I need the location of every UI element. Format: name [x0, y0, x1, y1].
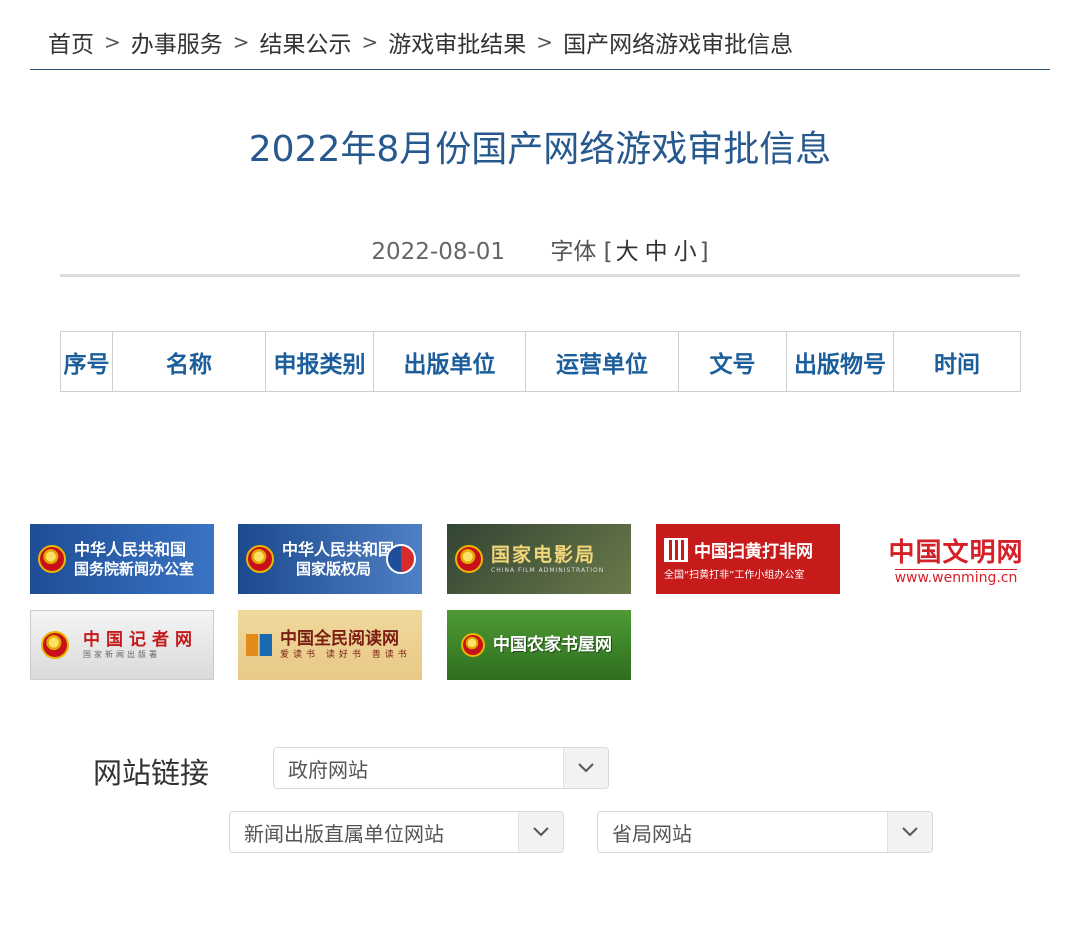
font-size-label: 字体 [: [550, 239, 612, 265]
provincial-sites-select[interactable]: 省局网站: [597, 811, 933, 853]
national-emblem-icon: [455, 545, 483, 573]
banner-text: 中国记者网 国家新闻出版署: [83, 630, 198, 660]
site-links-label: 网站链接: [93, 756, 210, 790]
column-header-category: 申报类别: [265, 331, 374, 392]
banner-ncac-line2: 国家版权局: [296, 559, 372, 578]
copyright-logo-icon: [386, 544, 416, 574]
breadcrumb-separator: >: [104, 30, 121, 54]
column-header-isbn: 出版物号: [786, 331, 894, 392]
banner-sdxf-line1: 中国扫黄打非网: [694, 542, 813, 562]
banner-scio-line2: 国务院新闻办公室: [74, 559, 195, 578]
bracket-close: ]: [699, 239, 709, 265]
font-size-medium-button[interactable]: 中: [645, 239, 668, 265]
breadcrumb-current[interactable]: 国产网络游戏审批信息: [563, 25, 793, 59]
banner-wenming-url: www.wenming.cn: [894, 569, 1018, 586]
breadcrumb-separator: >: [536, 30, 554, 54]
select-value: 省局网站: [612, 821, 692, 846]
column-header-name: 名称: [112, 331, 266, 392]
national-emblem-icon: [41, 631, 69, 659]
press-units-select[interactable]: 新闻出版直属单位网站: [229, 811, 564, 853]
banner-farm-title: 中国农家书屋网: [493, 634, 612, 655]
banner-sdxf-link[interactable]: 中国扫黄打非网 全国“扫黄打非”工作小组办公室: [656, 524, 840, 594]
gov-sites-select[interactable]: 政府网站: [273, 747, 609, 789]
font-size-small-button[interactable]: 小: [674, 239, 697, 265]
book-icon: [246, 634, 272, 656]
banner-scio-line1: 中华人民共和国: [74, 540, 187, 560]
font-size-label-text: 字体: [550, 239, 597, 265]
column-header-doc-number: 文号: [678, 331, 787, 392]
banner-film-link[interactable]: 国家电影局 CHINA FILM ADMINISTRATION: [447, 524, 631, 594]
page-title: 2022年8月份国产网络游戏审批信息: [248, 129, 832, 170]
select-value: 政府网站: [288, 757, 368, 782]
banner-reporter-title: 中国记者网: [83, 630, 198, 650]
breadcrumb-divider: [30, 69, 1050, 70]
select-value: 新闻出版直属单位网站: [244, 821, 444, 846]
breadcrumb-results[interactable]: 结果公示: [260, 25, 352, 59]
breadcrumb-home[interactable]: 首页: [48, 25, 94, 59]
banner-reading-slogan: 爱读书 读好书 善读书: [280, 649, 411, 660]
meta-divider: [60, 274, 1020, 277]
chevron-down-icon[interactable]: [563, 748, 608, 788]
banner-film-line1: 国家电影局: [491, 544, 597, 566]
chevron-down-icon[interactable]: [887, 812, 932, 852]
banner-farm-link[interactable]: 中国农家书屋网: [447, 610, 631, 680]
national-emblem-icon: [38, 545, 66, 573]
column-header-publisher: 出版单位: [373, 331, 526, 392]
banner-ncac-link[interactable]: 中华人民共和国 国家版权局: [238, 524, 422, 594]
approval-table: 序号 名称 申报类别 出版单位 运营单位 文号 出版物号 时间: [60, 331, 1021, 392]
national-emblem-icon: [461, 633, 485, 657]
banner-wenming-link[interactable]: 中国文明网 www.wenming.cn: [864, 524, 1048, 594]
banner-film-subtitle: CHINA FILM ADMINISTRATION: [491, 566, 605, 574]
national-emblem-icon: [246, 545, 274, 573]
banner-text: 中国全民阅读网 爱读书 读好书 善读书: [280, 629, 411, 660]
bracket-open: [: [603, 239, 613, 265]
column-header-index: 序号: [60, 331, 113, 392]
banner-row: 中国扫黄打非网: [656, 537, 813, 562]
column-header-time: 时间: [893, 331, 1021, 392]
breadcrumb-separator: >: [361, 30, 379, 54]
breadcrumb-services[interactable]: 办事服务: [131, 25, 223, 59]
chevron-down-icon[interactable]: [518, 812, 563, 852]
article-meta: 2022-08-01 字体 [大中小]: [0, 232, 1080, 266]
breadcrumb-separator: >: [232, 30, 250, 54]
banner-reporter-link[interactable]: 中国记者网 国家新闻出版署: [30, 610, 214, 680]
banner-reading-title: 中国全民阅读网: [280, 629, 399, 650]
publish-date: 2022-08-01: [371, 239, 506, 265]
banner-wenming-title: 中国文明网: [888, 538, 1024, 568]
qr-code-icon: [664, 537, 688, 562]
banner-reading-link[interactable]: 中国全民阅读网 爱读书 读好书 善读书: [238, 610, 422, 680]
banner-text: 国家电影局 CHINA FILM ADMINISTRATION: [491, 544, 604, 574]
banner-ncac-line1: 中华人民共和国: [282, 540, 395, 560]
banner-text: 中华人民共和国 国家版权局: [282, 540, 394, 577]
banner-scio-link[interactable]: 中华人民共和国 国务院新闻办公室: [30, 524, 214, 594]
breadcrumb-game-approval[interactable]: 游戏审批结果: [388, 25, 526, 59]
column-header-operator: 运营单位: [525, 331, 679, 392]
breadcrumb: 首页 > 办事服务 > 结果公示 > 游戏审批结果 > 国产网络游戏审批信息: [48, 24, 793, 60]
banner-text: 中国农家书屋网: [493, 635, 612, 655]
font-size-large-button[interactable]: 大: [616, 239, 639, 265]
table-header-row: 序号 名称 申报类别 出版单位 运营单位 文号 出版物号 时间: [60, 331, 1021, 392]
banner-text: 中华人民共和国 国务院新闻办公室: [74, 540, 194, 577]
banner-reporter-subtitle: 国家新闻出版署: [83, 650, 160, 660]
banner-sdxf-subtitle: 全国“扫黄打非”工作小组办公室: [664, 570, 805, 581]
